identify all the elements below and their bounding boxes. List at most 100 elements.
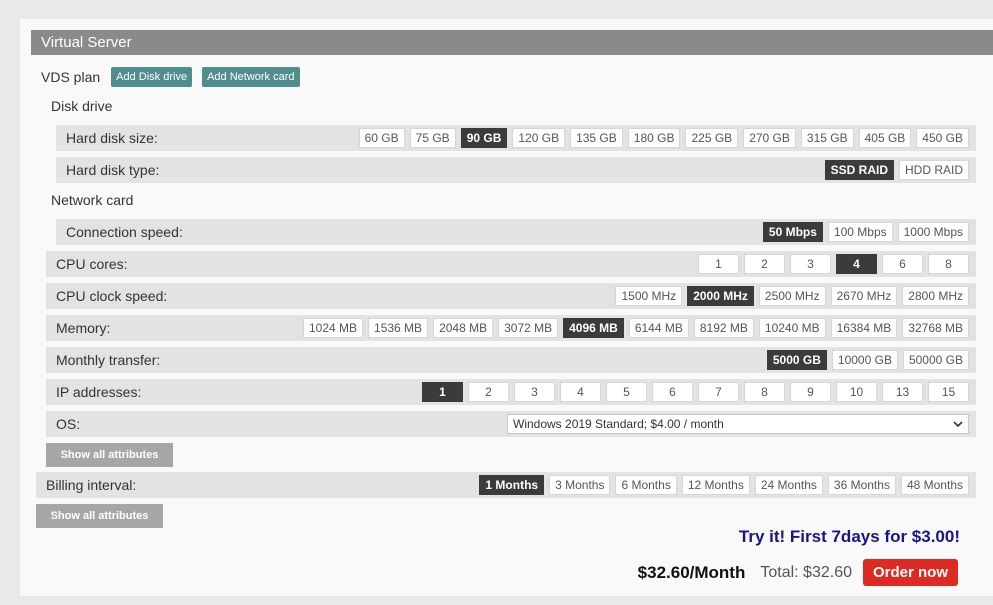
option-button[interactable]: 1: [698, 254, 739, 274]
option-button[interactable]: 60 GB: [358, 128, 405, 148]
option-button[interactable]: 16384 MB: [830, 318, 898, 338]
option-button[interactable]: 1536 MB: [368, 318, 429, 338]
monthly-transfer-label: Monthly transfer:: [56, 352, 161, 368]
hard-disk-size-options: 60 GB 75 GB 90 GB 120 GB 135 GB 180 GB 225 GB 2…: [354, 128, 976, 148]
option-button[interactable]: 6: [652, 382, 693, 402]
option-button[interactable]: 8: [928, 254, 969, 274]
option-button[interactable]: 5000 GB: [766, 350, 827, 370]
option-button[interactable]: 3: [514, 382, 555, 402]
option-button[interactable]: 48 Months: [900, 475, 969, 495]
vds-plan-row: VDS plan Add Disk drive Add Network card: [41, 66, 310, 88]
option-button[interactable]: 225 GB: [685, 128, 739, 148]
option-button[interactable]: 4096 MB: [563, 318, 624, 338]
option-button[interactable]: 6144 MB: [628, 318, 689, 338]
option-button[interactable]: 32768 MB: [902, 318, 969, 338]
chevron-down-icon: [953, 420, 963, 427]
os-row: OS: Windows 2019 Standard; $4.00 / month: [46, 411, 976, 437]
billing-interval-row: Billing interval: 1 Months 3 Months 6 Mont…: [36, 472, 976, 498]
option-button[interactable]: 24 Months: [754, 475, 823, 495]
option-button[interactable]: 9: [790, 382, 831, 402]
os-select[interactable]: Windows 2019 Standard; $4.00 / month: [507, 414, 969, 434]
monthly-price: $32.60/Month: [637, 562, 746, 582]
ip-addresses-row: IP addresses: 1 2 3 4 5 6 7 8 9 10 13 15: [46, 379, 976, 405]
vds-plan-label: VDS plan: [41, 69, 101, 85]
option-button[interactable]: 50 Mbps: [762, 222, 823, 242]
option-button[interactable]: 135 GB: [570, 128, 623, 148]
cpu-cores-label: CPU cores:: [56, 256, 128, 272]
option-button[interactable]: 1024 MB: [303, 318, 364, 338]
add-network-card-button[interactable]: Add Network card: [202, 67, 300, 87]
option-button[interactable]: 10: [836, 382, 877, 402]
option-button[interactable]: 90 GB: [460, 128, 508, 148]
option-button[interactable]: 120 GB: [512, 128, 566, 148]
network-card-section-label: Network card: [51, 192, 134, 208]
billing-interval-label: Billing interval:: [46, 477, 137, 493]
option-button[interactable]: 15: [928, 382, 969, 402]
option-button[interactable]: 1 Months: [479, 475, 545, 495]
option-button[interactable]: 6 Months: [615, 475, 677, 495]
hard-disk-size-row: Hard disk size: 60 GB 75 GB 90 GB 120 GB 135…: [56, 125, 976, 151]
option-button[interactable]: 6: [882, 254, 923, 274]
cpu-cores-row: CPU cores: 123468: [46, 251, 976, 277]
option-button[interactable]: 315 GB: [800, 128, 854, 148]
option-button[interactable]: 10000 GB: [831, 350, 898, 370]
section-header: Virtual Server: [31, 30, 993, 55]
option-button[interactable]: 2500 MHz: [758, 286, 826, 306]
option-button[interactable]: 7: [698, 382, 739, 402]
option-button[interactable]: 12 Months: [681, 475, 750, 495]
option-button[interactable]: 4: [560, 382, 601, 402]
option-button[interactable]: 8: [744, 382, 785, 402]
hard-disk-size-label: Hard disk size:: [66, 130, 158, 146]
option-button[interactable]: 2000 MHz: [687, 286, 754, 306]
option-button[interactable]: 36 Months: [827, 475, 896, 495]
option-button[interactable]: 405 GB: [858, 128, 912, 148]
option-button[interactable]: 180 GB: [627, 128, 681, 148]
option-button[interactable]: SSD RAID: [824, 160, 894, 180]
option-button[interactable]: 1500 MHz: [615, 286, 683, 306]
option-button[interactable]: 4: [836, 254, 877, 274]
option-button[interactable]: 13: [882, 382, 923, 402]
cpu-clock-label: CPU clock speed:: [56, 288, 168, 304]
ip-addresses-label: IP addresses:: [56, 384, 142, 400]
show-all-attributes-button-billing[interactable]: Show all attributes: [36, 504, 163, 528]
hard-disk-type-options: SSD RAID HDD RAID: [820, 160, 976, 180]
option-button[interactable]: 2800 MHz: [902, 286, 969, 306]
hard-disk-type-label: Hard disk type:: [66, 162, 160, 178]
monthly-transfer-row: Monthly transfer: 5000 GB 10000 GB 50000 G…: [46, 347, 976, 373]
disk-drive-section-label: Disk drive: [51, 98, 113, 114]
add-disk-drive-button[interactable]: Add Disk drive: [111, 67, 193, 87]
order-now-button[interactable]: Order now: [862, 559, 958, 586]
option-button[interactable]: 1000 Mbps: [897, 222, 969, 242]
hard-disk-type-row: Hard disk type: SSD RAID HDD RAID: [56, 157, 976, 183]
option-button[interactable]: 100 Mbps: [827, 222, 893, 242]
option-button[interactable]: 8192 MB: [693, 318, 754, 338]
option-button[interactable]: 10240 MB: [758, 318, 826, 338]
option-button[interactable]: 2: [468, 382, 509, 402]
option-button[interactable]: 2048 MB: [433, 318, 494, 338]
cpu-clock-options: 1500 MHz 2000 MHz 2500 MHz 2670 MHz 2800 MHz: [610, 286, 976, 306]
memory-row: Memory: 1024 MB 1536 MB 2048 MB 3072 MB 4096…: [46, 315, 976, 341]
connection-speed-options: 50 Mbps 100 Mbps 1000 Mbps: [758, 222, 976, 242]
cpu-clock-row: CPU clock speed: 1500 MHz 2000 MHz 2500 MH…: [46, 283, 976, 309]
option-button[interactable]: 75 GB: [409, 128, 456, 148]
option-button[interactable]: 2: [744, 254, 785, 274]
show-all-attributes-button[interactable]: Show all attributes: [46, 443, 173, 467]
option-button[interactable]: 450 GB: [916, 128, 969, 148]
option-button[interactable]: 3072 MB: [498, 318, 559, 338]
total-price: Total: $32.60: [760, 563, 852, 581]
cpu-cores-options: 123468: [693, 254, 976, 274]
option-button[interactable]: 2670 MHz: [830, 286, 898, 306]
option-button[interactable]: 270 GB: [743, 128, 796, 148]
memory-options: 1024 MB 1536 MB 2048 MB 3072 MB 4096 MB 6144 …: [298, 318, 976, 338]
option-button[interactable]: 50000 GB: [902, 350, 969, 370]
option-button[interactable]: HDD RAID: [898, 160, 969, 180]
option-button[interactable]: 5: [606, 382, 647, 402]
price-row: $32.60/Month Total: $32.60 Order now: [638, 559, 958, 586]
connection-speed-label: Connection speed:: [66, 224, 183, 240]
option-button[interactable]: 3 Months: [549, 475, 611, 495]
option-button[interactable]: 3: [790, 254, 831, 274]
option-button[interactable]: 1: [422, 382, 463, 402]
memory-label: Memory:: [56, 320, 111, 336]
billing-interval-options: 1 Months 3 Months 6 Months 12 Months 24 Mont…: [474, 475, 976, 495]
connection-speed-row: Connection speed: 50 Mbps 100 Mbps 1000 Mb…: [56, 219, 976, 245]
